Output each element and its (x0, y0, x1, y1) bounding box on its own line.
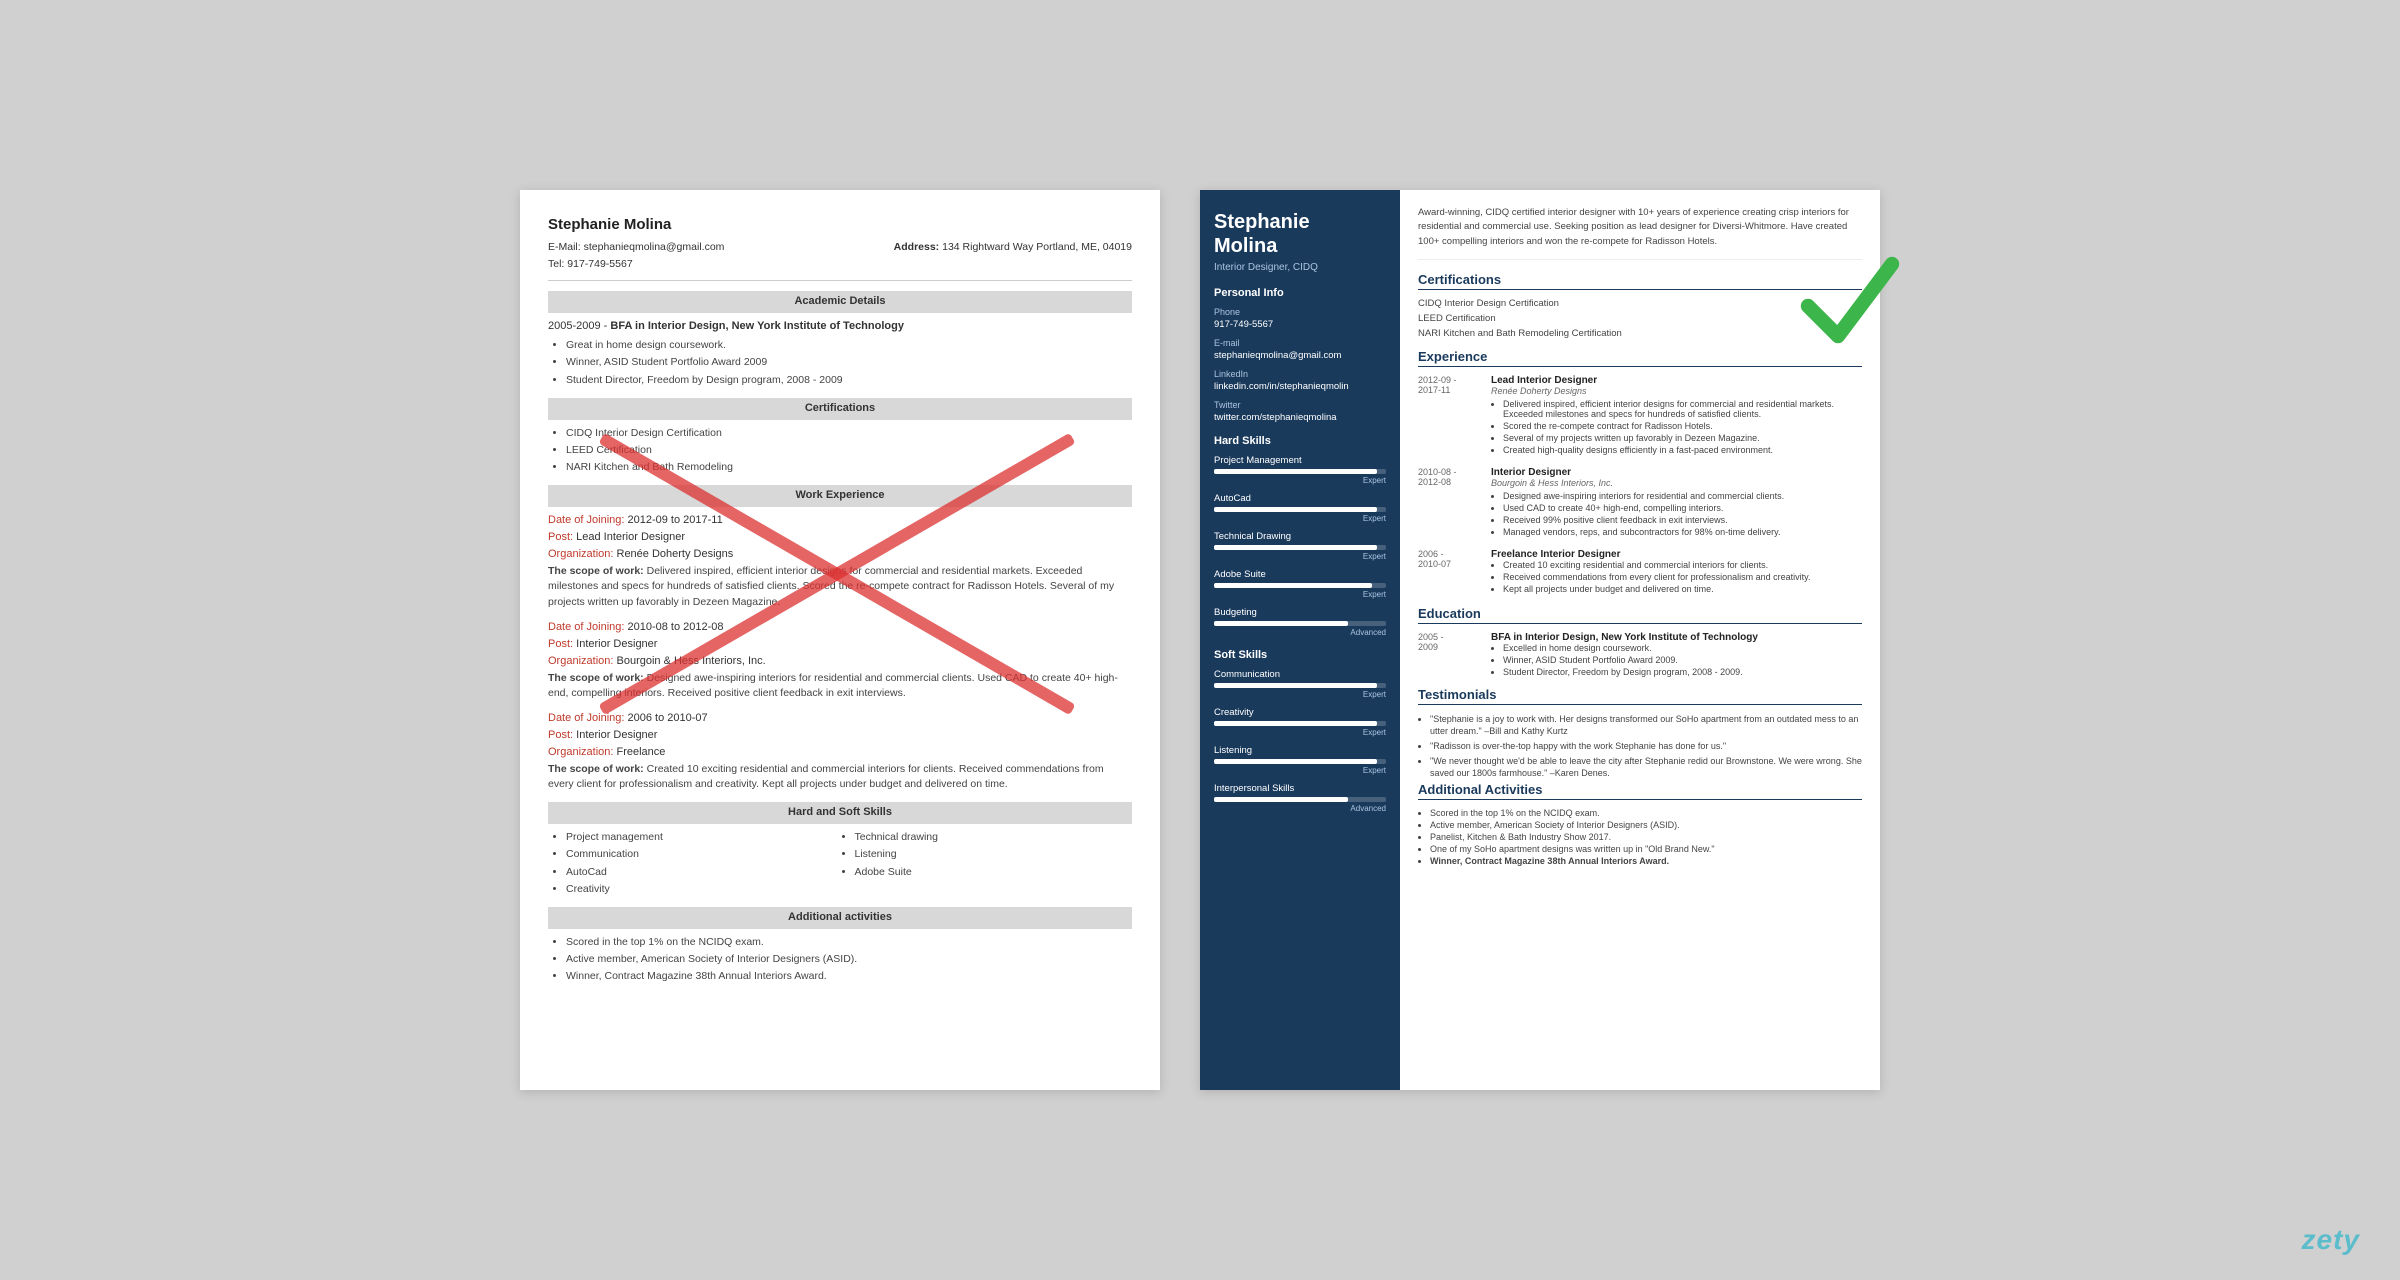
linkedin-value-right: linkedin.com/in/stephanieqmolin (1214, 381, 1386, 392)
phone-label-right: Phone (1214, 307, 1386, 317)
work3-orglabel: Organization: (548, 746, 613, 758)
edu-dates: 2005-2009 - (548, 320, 607, 332)
address-label: Address: (894, 241, 940, 253)
twitter-value-right: twitter.com/stephanieqmolina (1214, 412, 1386, 423)
work2-org: Bourgoin & Hess Interiors, Inc. (617, 655, 766, 667)
right-certs-title: Certifications (1418, 272, 1862, 290)
academic-header: Academic Details (548, 291, 1132, 313)
activities-header: Additional activities (548, 907, 1132, 929)
work-entry-2: Date of Joining: 2010-08 to 2012-08 Post… (548, 620, 1132, 701)
phone-value-right: 917-749-5567 (1214, 319, 1386, 330)
work3-org: Freelance (617, 746, 666, 758)
skill-interpersonal: Interpersonal Skills Advanced (1214, 783, 1386, 813)
exp2-details: Interior Designer Bourgoin & Hess Interi… (1491, 467, 1784, 539)
resume-main-content: Award-winning, CIDQ certified interior d… (1400, 190, 1880, 1090)
resume-good: StephanieMolina Interior Designer, CIDQ … (1200, 190, 1880, 1090)
exp2-dates: 2010-08 -2012-08 (1418, 467, 1483, 539)
work3-datelabel: Date of Joining: (548, 712, 624, 724)
edu-dates-right: 2005 -2009 (1418, 632, 1483, 679)
phone-value: 917-749-5567 (567, 258, 632, 270)
email-value-right: stephanieqmolina@gmail.com (1214, 350, 1386, 361)
skill-adobe-suite: Adobe Suite Expert (1214, 569, 1386, 599)
exp3-dates: 2006 -2010-07 (1418, 549, 1483, 596)
address-value: 134 Rightward Way Portland, ME, 04019 (942, 241, 1132, 253)
skill-budgeting: Budgeting Advanced (1214, 607, 1386, 637)
edu-bullets: Great in home design coursework. Winner,… (548, 338, 1132, 388)
academic-entry: 2005-2009 - BFA in Interior Design, New … (548, 319, 1132, 388)
skill-autocad: AutoCad Expert (1214, 493, 1386, 523)
right-testimonials-title: Testimonials (1418, 687, 1862, 705)
main-container: Stephanie Molina E-Mail: stephanieqmolin… (480, 150, 1920, 1130)
certs-list: CIDQ Interior Design Certification LEED … (548, 426, 1132, 476)
work2-dates: 2010-08 to 2012-08 (628, 621, 724, 633)
work2-orglabel: Organization: (548, 655, 613, 667)
skill-technical-drawing: Technical Drawing Expert (1214, 531, 1386, 561)
personal-info-title: Personal Info (1214, 287, 1386, 299)
certs-header: Certifications (548, 398, 1132, 420)
summary-text: Award-winning, CIDQ certified interior d… (1418, 206, 1862, 260)
work1-orglabel: Organization: (548, 548, 613, 560)
sidebar-title: Interior Designer, CIDQ (1214, 262, 1386, 273)
cert-2: LEED Certification (1418, 313, 1862, 324)
edu-entry-1: 2005 -2009 BFA in Interior Design, New Y… (1418, 632, 1862, 679)
activities-list: Scored in the top 1% on the NCIDQ exam. … (548, 935, 1132, 985)
cert-3: NARI Kitchen and Bath Remodeling Certifi… (1418, 328, 1862, 339)
exp-entry-3: 2006 -2010-07 Freelance Interior Designe… (1418, 549, 1862, 596)
exp3-details: Freelance Interior Designer Created 10 e… (1491, 549, 1810, 596)
twitter-label-right: Twitter (1214, 400, 1386, 410)
edu-details-right: BFA in Interior Design, New York Institu… (1491, 632, 1758, 679)
email-label: E-Mail: (548, 241, 581, 253)
work-entry-3: Date of Joining: 2006 to 2010-07 Post: I… (548, 711, 1132, 792)
testimonials-list: "Stephanie is a joy to work with. Her de… (1418, 713, 1862, 780)
work1-postlabel: Post: (548, 531, 573, 543)
left-name: Stephanie Molina (548, 214, 1132, 236)
sidebar-name: StephanieMolina (1214, 210, 1386, 258)
additional-list: Scored in the top 1% on the NCIDQ exam. … (1418, 808, 1862, 866)
work2-datelabel: Date of Joining: (548, 621, 624, 633)
skill-communication: Communication Expert (1214, 669, 1386, 699)
right-activities-title: Additional Activities (1418, 782, 1862, 800)
soft-skills-title: Soft Skills (1214, 649, 1386, 661)
work2-post: Interior Designer (576, 638, 657, 650)
skill-project-mgmt: Project Management Expert (1214, 455, 1386, 485)
work3-postlabel: Post: (548, 729, 573, 741)
zety-logo: zety (2302, 1224, 2360, 1256)
exp-entry-1: 2012-09 -2017-11 Lead Interior Designer … (1418, 375, 1862, 457)
email-label-right: E-mail (1214, 338, 1386, 348)
work2-scopelabel: The scope of work: (548, 672, 644, 684)
exp1-dates: 2012-09 -2017-11 (1418, 375, 1483, 457)
work1-org: Renée Doherty Designs (617, 548, 734, 560)
hard-skills-title: Hard Skills (1214, 435, 1386, 447)
work2-postlabel: Post: (548, 638, 573, 650)
phone-label: Tel: (548, 258, 564, 270)
resume-bad: Stephanie Molina E-Mail: stephanieqmolin… (520, 190, 1160, 1090)
work1-dates: 2012-09 to 2017-11 (628, 514, 723, 526)
exp-entry-2: 2010-08 -2012-08 Interior Designer Bourg… (1418, 467, 1862, 539)
work-entry-1: Date of Joining: 2012-09 to 2017-11 Post… (548, 513, 1132, 609)
work1-datelabel: Date of Joining: (548, 514, 624, 526)
linkedin-label-right: LinkedIn (1214, 369, 1386, 379)
left-phone: Tel: 917-749-5567 (548, 257, 633, 272)
left-address: Address: 134 Rightward Way Portland, ME,… (894, 240, 1132, 255)
resume-sidebar: StephanieMolina Interior Designer, CIDQ … (1200, 190, 1400, 1090)
skill-creativity: Creativity Expert (1214, 707, 1386, 737)
skills-list: Project management Communication AutoCad… (548, 830, 1132, 897)
work1-scopelabel: The scope of work: (548, 565, 644, 577)
right-edu-title: Education (1418, 606, 1862, 624)
edu-degree: BFA in Interior Design, New York Institu… (610, 320, 904, 332)
cert-1: CIDQ Interior Design Certification (1418, 298, 1862, 309)
exp1-details: Lead Interior Designer Renée Doherty Des… (1491, 375, 1862, 457)
work3-post: Interior Designer (576, 729, 657, 741)
email-value: stephanieqmolina@gmail.com (584, 241, 725, 253)
work-header: Work Experience (548, 485, 1132, 507)
skills-header: Hard and Soft Skills (548, 802, 1132, 824)
work3-dates: 2006 to 2010-07 (628, 712, 708, 724)
right-exp-title: Experience (1418, 349, 1862, 367)
left-email: E-Mail: stephanieqmolina@gmail.com (548, 240, 724, 255)
work1-post: Lead Interior Designer (576, 531, 685, 543)
work3-scopelabel: The scope of work: (548, 763, 644, 775)
skill-listening: Listening Expert (1214, 745, 1386, 775)
